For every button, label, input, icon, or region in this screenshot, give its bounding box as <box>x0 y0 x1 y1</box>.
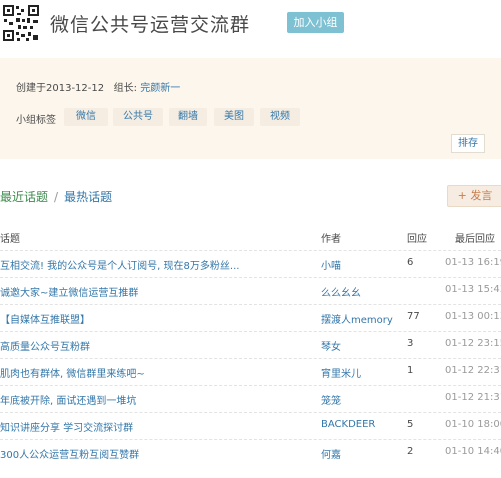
last-reply-time: 01-10 18:00 <box>445 419 501 430</box>
header-topic: 话题 <box>0 234 20 245</box>
join-group-button[interactable]: 加入小组 <box>287 12 344 33</box>
group-info-panel: 创建于2013-12-12 组长: 完颜新一 小组标签 微信 公共号 翻墙 美图… <box>0 58 501 159</box>
group-meta: 创建于2013-12-12 组长: 完颜新一 <box>16 79 180 94</box>
post-button[interactable]: + 发言 <box>447 185 501 207</box>
reply-count: 5 <box>407 419 414 430</box>
tag-meitu[interactable]: 美图 <box>214 108 254 126</box>
header-last-reply: 最后回应 <box>455 234 495 245</box>
last-reply-time: 01-13 15:43 <box>445 284 501 295</box>
table-row: 互相交流! 我的公众号是个人订阅号, 现在8万多粉丝... 小喵 6 01-13… <box>0 250 501 277</box>
tag-fanqiang[interactable]: 翻墙 <box>169 108 207 126</box>
header-replies: 回应 <box>407 234 427 245</box>
table-row: 【自媒体互推联盟】 摆渡人memory 77 01-13 00:13 <box>0 304 501 331</box>
reply-count: 1 <box>407 365 414 376</box>
header-author: 作者 <box>321 234 341 245</box>
author-link[interactable]: 摆渡人memory <box>321 311 393 326</box>
last-reply-time: 01-10 14:40 <box>445 446 501 457</box>
author-link[interactable]: 么么幺幺 <box>321 284 361 299</box>
tag-gonggonghao[interactable]: 公共号 <box>113 108 163 126</box>
group-header: 微信公共号运营交流群 加入小组 <box>0 0 501 50</box>
author-link[interactable]: 何嘉 <box>321 446 341 461</box>
tag-shipin[interactable]: 视频 <box>260 108 300 126</box>
tags-label: 小组标签 <box>16 115 56 126</box>
table-row: 肌肉也有群体, 微信群里来练吧~ 宵里米儿 1 01-12 22:31 <box>0 358 501 385</box>
leader-label: 组长: <box>113 83 138 94</box>
topic-link[interactable]: 高质量公众号互粉群 <box>0 338 90 353</box>
tab-hot-topics[interactable]: 最热话题 <box>64 190 112 204</box>
table-row: 诚邀大家~建立微信运营互推群 么么幺幺 01-13 15:43 <box>0 277 501 304</box>
topic-link[interactable]: 诚邀大家~建立微信运营互推群 <box>0 284 138 299</box>
table-row: 年底被开除, 面试还遇到一堆坑 笼笼 01-12 21:31 <box>0 385 501 412</box>
table-header: 话题 作者 回应 最后回应 <box>0 230 501 246</box>
topic-tabs: 最近话题 / 最热话题 <box>0 188 112 205</box>
tab-separator: / <box>54 190 59 204</box>
reply-count: 6 <box>407 257 414 268</box>
table-row: 300人公众运营互粉互阅互赞群 何嘉 2 01-10 14:40 <box>0 439 501 466</box>
last-reply-time: 01-12 23:15 <box>445 338 501 349</box>
reply-count: 2 <box>407 446 414 457</box>
author-link[interactable]: BACKDEER <box>321 419 375 430</box>
last-reply-time: 01-12 21:31 <box>445 392 501 403</box>
table-row: 高质量公众号互粉群 琴女 3 01-12 23:15 <box>0 331 501 358</box>
author-link[interactable]: 小喵 <box>321 257 341 272</box>
last-reply-time: 01-13 00:13 <box>445 311 501 322</box>
tag-weixin[interactable]: 微信 <box>64 108 108 126</box>
leader-link[interactable]: 完颜新一 <box>140 83 180 94</box>
topic-link[interactable]: 【自媒体互推联盟】 <box>0 311 90 326</box>
topic-link[interactable]: 肌肉也有群体, 微信群里来练吧~ <box>0 365 145 380</box>
last-reply-time: 01-12 22:31 <box>445 365 501 376</box>
author-link[interactable]: 宵里米儿 <box>321 365 361 380</box>
rank-button[interactable]: 排存 <box>451 134 485 153</box>
group-title: 微信公共号运营交流群 <box>50 14 251 36</box>
qr-code-icon <box>2 4 40 42</box>
topic-link[interactable]: 知识讲座分享 学习交流探讨群 <box>0 419 133 434</box>
author-link[interactable]: 琴女 <box>321 338 341 353</box>
reply-count: 3 <box>407 338 414 349</box>
last-reply-time: 01-13 16:19 <box>445 257 501 268</box>
reply-count: 77 <box>407 311 420 322</box>
topic-link[interactable]: 年底被开除, 面试还遇到一堆坑 <box>0 392 136 407</box>
topic-link[interactable]: 互相交流! 我的公众号是个人订阅号, 现在8万多粉丝... <box>0 257 239 272</box>
created-date: 创建于2013-12-12 <box>16 83 105 94</box>
table-row: 知识讲座分享 学习交流探讨群 BACKDEER 5 01-10 18:00 <box>0 412 501 439</box>
topic-link[interactable]: 300人公众运营互粉互阅互赞群 <box>0 446 139 461</box>
author-link[interactable]: 笼笼 <box>321 392 341 407</box>
tab-recent-topics[interactable]: 最近话题 <box>0 190 48 204</box>
